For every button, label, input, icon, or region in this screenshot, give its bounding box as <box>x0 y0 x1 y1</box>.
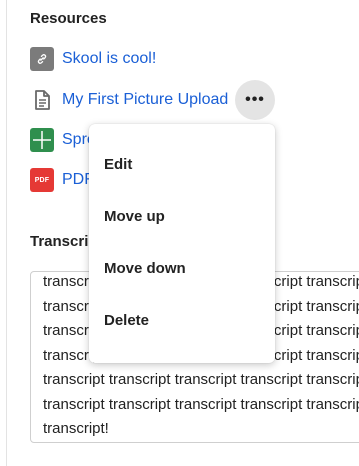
resource-label[interactable]: Skool is cool! <box>62 50 156 68</box>
resource-item-spreadsheet[interactable]: Spre <box>30 128 96 152</box>
resources-heading: Resources <box>30 10 107 27</box>
transcript-heading: Transcri <box>30 233 89 250</box>
menu-item-move-down[interactable]: Move down <box>104 260 186 277</box>
resource-item-pdf[interactable]: PDF PDF <box>30 168 94 192</box>
menu-item-move-up[interactable]: Move up <box>104 208 165 225</box>
transcript-line: transcript! <box>43 420 109 437</box>
transcript-line: transcript transcript transcript transcr… <box>43 371 359 388</box>
file-icon <box>30 88 54 112</box>
resource-item-file[interactable]: My First Picture Upload <box>30 88 228 112</box>
resource-label[interactable]: My First Picture Upload <box>62 91 228 109</box>
resource-item-link[interactable]: Skool is cool! <box>30 47 156 71</box>
context-menu: Edit Move up Move down Delete <box>89 124 275 363</box>
menu-item-delete[interactable]: Delete <box>104 312 149 329</box>
menu-item-edit[interactable]: Edit <box>104 156 132 173</box>
transcript-line: transcript transcript transcript transcr… <box>43 395 359 413</box>
link-icon <box>30 47 54 71</box>
divider <box>6 0 7 466</box>
page: Resources Skool is cool! My First Pictur… <box>0 0 359 466</box>
pdf-icon: PDF <box>30 168 54 192</box>
more-options-button[interactable]: ••• <box>235 80 275 120</box>
more-icon: ••• <box>245 91 265 108</box>
spreadsheet-icon <box>30 128 54 152</box>
